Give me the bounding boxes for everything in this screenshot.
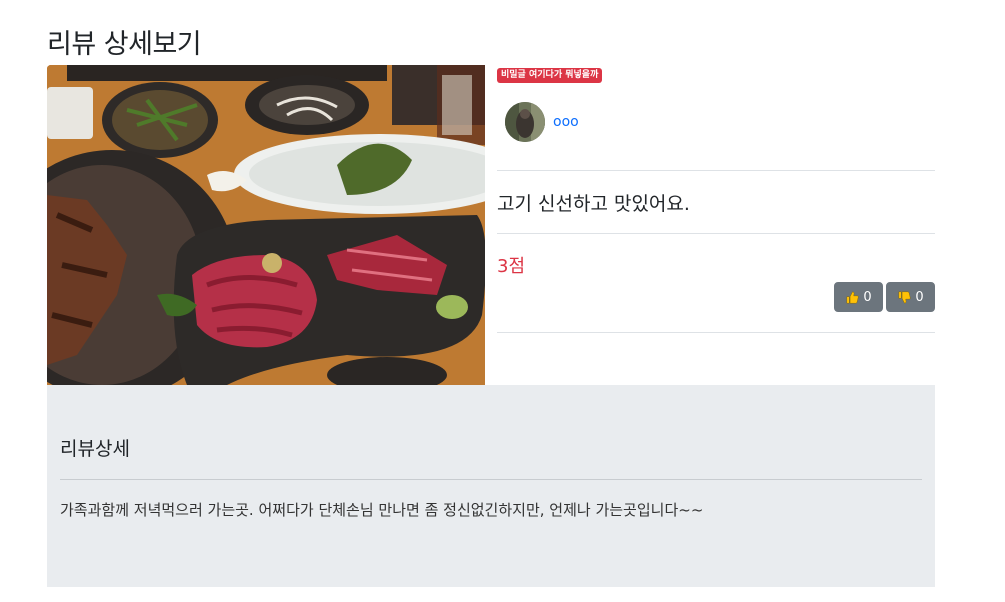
dislike-count: 0 — [915, 289, 924, 305]
review-photo — [47, 65, 485, 385]
divider — [497, 332, 935, 333]
dislike-button[interactable]: 0 — [886, 282, 935, 312]
like-count: 0 — [863, 289, 872, 305]
author-link[interactable]: ooo — [553, 114, 579, 130]
review-score: 3점 — [497, 256, 526, 277]
divider — [497, 170, 935, 171]
divider — [60, 479, 922, 480]
review-summary-panel: 비밀글 여기다가 뭐넣을까 ooo 고기 신선하고 맛있어요. 3점 0 0 — [497, 65, 935, 385]
like-button[interactable]: 0 — [834, 282, 883, 312]
review-short-text: 고기 신선하고 맛있어요. — [497, 193, 690, 215]
detail-title: 리뷰상세 — [60, 438, 130, 460]
divider — [497, 233, 935, 234]
secret-badge: 비밀글 여기다가 뭐넣을까 — [497, 68, 603, 83]
review-detail-section: 리뷰상세 가족과함께 저녁먹으러 가는곳. 어쩌다가 단체손님 만나면 좀 정신… — [47, 385, 935, 587]
detail-body: 가족과함께 저녁먹으러 가는곳. 어쩌다가 단체손님 만나면 좀 정신없긴하지만… — [60, 501, 704, 519]
page-title: 리뷰 상세보기 — [47, 29, 202, 60]
thumbs-down-icon — [897, 290, 911, 304]
thumbs-up-icon — [845, 290, 859, 304]
avatar — [505, 102, 545, 142]
